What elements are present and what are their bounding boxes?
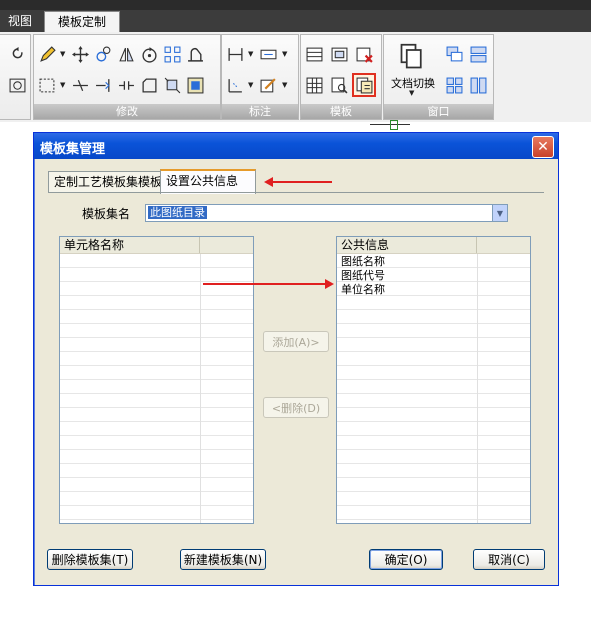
rotate-icon[interactable] bbox=[139, 44, 159, 64]
public-info-list[interactable]: 公共信息 图纸名称 图纸代号 单位名称 bbox=[336, 236, 531, 524]
close-icon: ✕ bbox=[537, 139, 549, 155]
trim-icon[interactable] bbox=[70, 75, 90, 95]
tab-template-customize[interactable]: 模板定制 bbox=[44, 11, 120, 32]
cascade-windows-icon[interactable] bbox=[444, 44, 464, 64]
add-button[interactable]: 添加(A)> bbox=[263, 331, 329, 352]
break-icon[interactable] bbox=[116, 75, 136, 95]
template-set-value: 此图纸目录 bbox=[148, 206, 207, 219]
edit-note-icon[interactable] bbox=[258, 75, 278, 95]
move-icon[interactable] bbox=[70, 44, 90, 64]
cell-name-list[interactable]: 单元格名称 bbox=[59, 236, 254, 524]
tile-horizontal-icon[interactable] bbox=[468, 44, 488, 64]
explode-icon[interactable] bbox=[162, 75, 182, 95]
cell-name-list-rows bbox=[60, 254, 253, 523]
list-item[interactable]: 图纸代号 bbox=[341, 269, 385, 282]
template-table-icon[interactable] bbox=[304, 44, 324, 64]
template-set-select[interactable]: 此图纸目录 ▼ bbox=[145, 204, 508, 222]
column-divider bbox=[477, 254, 478, 523]
tile-vertical-icon[interactable] bbox=[468, 75, 488, 95]
ok-button[interactable]: 确定(O) bbox=[369, 549, 443, 570]
list-item[interactable]: 图纸名称 bbox=[341, 255, 385, 268]
panel-partial bbox=[0, 34, 31, 120]
cell-name-list-header: 单元格名称 bbox=[60, 237, 253, 254]
linear-dimension-icon[interactable] bbox=[225, 44, 245, 64]
tab-view[interactable]: 视图 bbox=[0, 11, 40, 31]
panel-window: 文档切换 ▼ 窗口 bbox=[383, 34, 494, 120]
column-header-blank[interactable] bbox=[477, 237, 530, 253]
annotation-arrow-list bbox=[203, 279, 334, 289]
panel-title-template: 模板 bbox=[301, 104, 381, 119]
remove-button[interactable]: <删除(D) bbox=[263, 397, 329, 418]
panel-modify: ▼ ▼ 修改 bbox=[33, 34, 221, 120]
tab-custom-process-template[interactable]: 定制工艺模板集模板 bbox=[48, 171, 172, 192]
column-header-blank[interactable] bbox=[200, 237, 253, 253]
block-icon[interactable] bbox=[185, 75, 205, 95]
select-box-icon[interactable] bbox=[37, 75, 57, 95]
coordinate-dimension-icon[interactable] bbox=[225, 75, 245, 95]
template-view-icon[interactable] bbox=[329, 44, 349, 64]
template-delete-icon[interactable] bbox=[354, 44, 374, 64]
column-divider bbox=[200, 254, 201, 523]
list-item[interactable]: 单位名称 bbox=[341, 283, 385, 296]
column-header-public-info[interactable]: 公共信息 bbox=[337, 237, 477, 253]
template-search-icon[interactable] bbox=[329, 75, 349, 95]
chevron-down-icon[interactable]: ▼ bbox=[492, 205, 507, 221]
dialog-title: 模板集管理 bbox=[40, 142, 106, 157]
dialog-titlebar[interactable]: 模板集管理 ✕ bbox=[34, 133, 558, 159]
copy-rotate-icon[interactable] bbox=[93, 44, 113, 64]
panel-template: 模板 bbox=[300, 34, 382, 120]
tab-divider bbox=[48, 192, 544, 193]
loop-arrow-icon[interactable] bbox=[7, 45, 27, 65]
stretch-icon[interactable] bbox=[185, 44, 205, 64]
circle-frame-icon[interactable] bbox=[7, 75, 27, 95]
grid-icon[interactable] bbox=[304, 75, 324, 95]
template-set-dialog: 模板集管理 ✕ 定制工艺模板集模板 设置公共信息 模板集名 此图纸目录 ▼ 单元… bbox=[33, 132, 559, 586]
column-header-cell-name[interactable]: 单元格名称 bbox=[60, 237, 200, 253]
tile-grid-icon[interactable] bbox=[444, 75, 464, 95]
ribbon: 视图 模板定制 ▼ ▼ 修改 ▼ ▼ ▼ ▼ 标注 模板 文档切换 ▼ 窗口 bbox=[0, 0, 591, 122]
panel-title-window: 窗口 bbox=[384, 104, 493, 119]
new-template-set-button[interactable]: 新建模板集(N) bbox=[180, 549, 266, 570]
annotation-arrow-tab bbox=[264, 177, 332, 187]
panel-title-dimension: 标注 bbox=[222, 104, 298, 119]
panel-title-modify: 修改 bbox=[34, 104, 220, 119]
public-info-list-header: 公共信息 bbox=[337, 237, 530, 254]
text-style-icon[interactable] bbox=[258, 44, 278, 64]
ribbon-tab-strip: 视图 模板定制 bbox=[0, 10, 591, 32]
delete-template-set-button[interactable]: 删除模板集(T) bbox=[47, 549, 133, 570]
extend-icon[interactable] bbox=[93, 75, 113, 95]
close-button[interactable]: ✕ bbox=[532, 136, 554, 158]
pencil-icon[interactable] bbox=[37, 44, 57, 64]
panel-dimension: ▼ ▼ ▼ ▼ 标注 bbox=[221, 34, 299, 120]
document-switch-icon[interactable] bbox=[396, 41, 428, 73]
chamfer-icon[interactable] bbox=[139, 75, 159, 95]
cursor-marker bbox=[390, 120, 398, 130]
template-set-manage-icon[interactable] bbox=[352, 73, 376, 97]
tab-public-info[interactable]: 设置公共信息 bbox=[160, 169, 256, 194]
template-set-name-label: 模板集名 bbox=[82, 207, 131, 221]
array-icon[interactable] bbox=[162, 44, 182, 64]
cancel-button[interactable]: 取消(C) bbox=[473, 549, 545, 570]
mirror-icon[interactable] bbox=[116, 44, 136, 64]
